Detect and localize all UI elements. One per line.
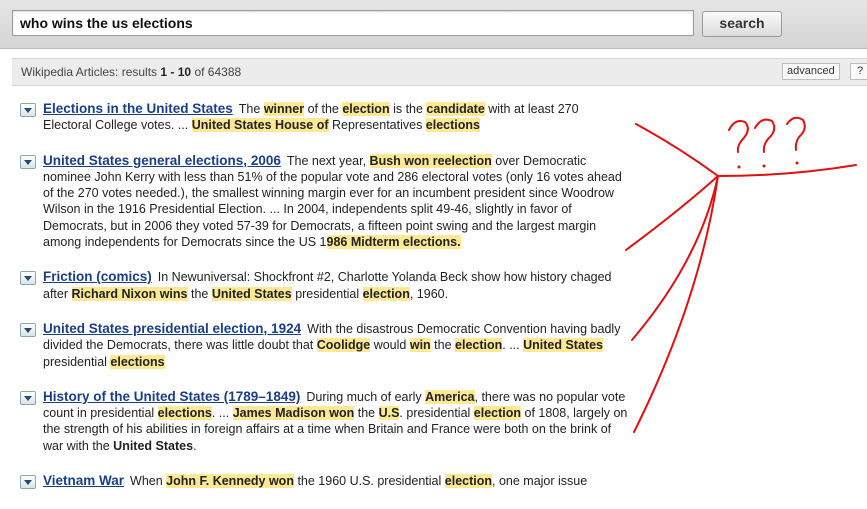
- result-item: United States presidential election, 192…: [20, 321, 630, 370]
- annotation-stroke: [631, 175, 719, 341]
- result-title-link[interactable]: United States presidential election, 192…: [43, 321, 301, 336]
- results-count: Wikipedia Articles: results 1 - 10 of 64…: [21, 65, 242, 79]
- snippet-text: The next year,: [286, 153, 370, 168]
- result-item: History of the United States (1789–1849)…: [20, 389, 630, 454]
- advanced-search-button[interactable]: advanced: [782, 63, 840, 80]
- highlighted-term: election: [342, 102, 390, 116]
- result-item: Vietnam War When John F. Kennedy won the …: [20, 473, 630, 490]
- snippet-text: the: [430, 338, 456, 353]
- highlighted-term: elections: [157, 406, 212, 421]
- highlighted-term: lections.: [409, 235, 461, 250]
- snippet-text: the: [354, 406, 379, 421]
- highlighted-term: Richard Nixon wins: [71, 286, 188, 301]
- result-item: United States general elections, 2006 The…: [20, 153, 630, 251]
- question-mark: [786, 116, 806, 151]
- bold-term: United States: [113, 438, 194, 453]
- snippet-text: The: [238, 102, 264, 116]
- annotation-stroke: [635, 123, 719, 177]
- snippet-text: Representatives: [328, 118, 426, 133]
- result-title-link[interactable]: United States general elections, 2006: [43, 153, 281, 168]
- highlighted-term: election: [473, 406, 522, 421]
- highlighted-term: win: [409, 338, 431, 353]
- expand-result-icon[interactable]: [20, 390, 36, 405]
- snippet-text: presidential: [43, 354, 111, 369]
- highlighted-term: winner: [263, 102, 305, 116]
- result-title-link[interactable]: Friction (comics): [43, 269, 152, 284]
- snippet-text: .: [193, 438, 197, 453]
- result-title-link[interactable]: Vietnam War: [43, 473, 124, 488]
- highlighted-term: America: [425, 389, 475, 404]
- snippet-text: During much of early: [306, 389, 426, 404]
- search-button[interactable]: search: [702, 11, 782, 37]
- expand-result-icon[interactable]: [20, 271, 36, 286]
- results-summary-bar: Wikipedia Articles: results 1 - 10 of 64…: [12, 58, 867, 86]
- annotation-stroke: [625, 175, 719, 251]
- highlighted-term: United States House of: [191, 118, 329, 133]
- expand-result-icon[interactable]: [20, 475, 36, 490]
- snippet-text: . presidential: [399, 406, 474, 421]
- help-button[interactable]: ?: [850, 63, 867, 80]
- snippet-text: the: [187, 286, 212, 301]
- highlighted-term: United States: [211, 286, 292, 301]
- snippet-text: . ...: [211, 406, 233, 421]
- result-item: Friction (comics) In Newuniversal: Shockf…: [20, 269, 630, 302]
- snippet-text: When: [130, 474, 167, 489]
- highlighted-term: elections: [110, 354, 165, 369]
- annotation-stroke: [717, 164, 857, 177]
- highlighted-term: Bush won reelection: [369, 153, 492, 168]
- snippet-text: is the: [389, 102, 427, 116]
- highlighted-term: United States: [523, 338, 603, 353]
- snippet-text: . ...: [502, 338, 524, 353]
- highlighted-term: elections: [425, 118, 480, 133]
- result-title-link[interactable]: History of the United States (1789–1849): [43, 389, 300, 404]
- result-item: Elections in the United States The winner…: [20, 101, 630, 134]
- snippet-text: , one major issue: [492, 474, 588, 489]
- annotation-stroke: [633, 175, 719, 433]
- question-mark: [754, 118, 776, 153]
- expand-result-icon[interactable]: [20, 103, 36, 117]
- highlighted-term: election: [362, 286, 410, 301]
- results-list: Elections in the United States The winner…: [20, 101, 630, 508]
- snippet-text: , 1960.: [409, 286, 449, 301]
- snippet-text: the 1960 U.S. presidential: [293, 474, 445, 489]
- expand-result-icon[interactable]: [20, 154, 36, 169]
- result-title-link[interactable]: Elections in the United States: [43, 101, 233, 116]
- highlighted-term: election: [455, 338, 503, 353]
- question-mark: [728, 120, 749, 153]
- highlighted-term: candidate: [426, 102, 485, 116]
- snippet-text: would: [370, 338, 410, 353]
- highlighted-term: Coolidge: [316, 338, 371, 353]
- expand-result-icon[interactable]: [20, 322, 36, 337]
- snippet-text: of the: [304, 102, 343, 116]
- highlighted-term: John F. Kennedy won: [166, 474, 294, 489]
- highlighted-term: James Madison won: [232, 406, 355, 421]
- highlighted-term: election: [444, 474, 493, 489]
- search-input[interactable]: who wins the us elections: [12, 10, 694, 36]
- snippet-text: presidential: [291, 286, 363, 301]
- highlighted-term: 986 Midterm e: [326, 235, 410, 250]
- highlighted-term: U.S: [378, 406, 400, 421]
- search-header: who wins the us elections search: [0, 0, 867, 49]
